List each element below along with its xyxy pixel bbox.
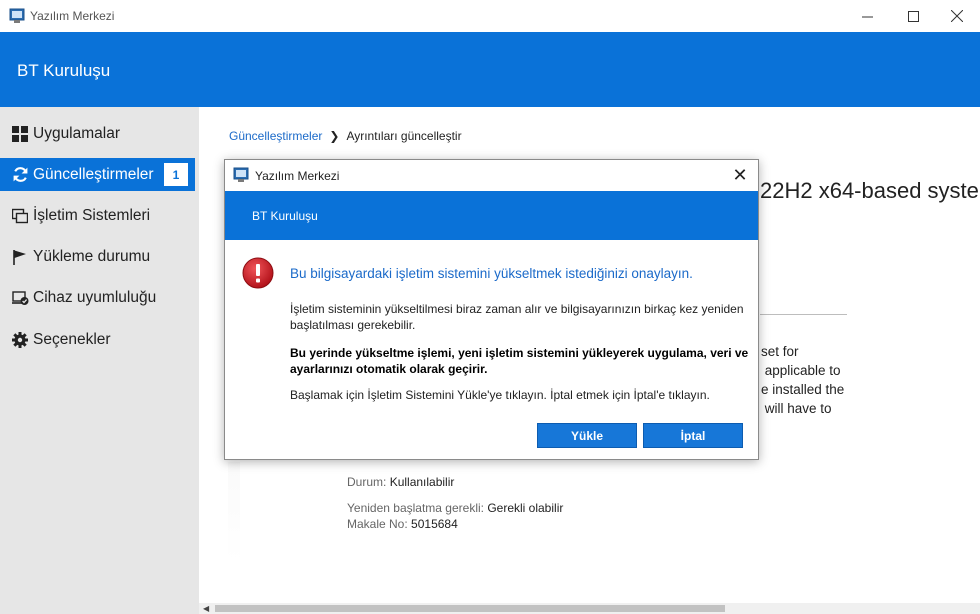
description-line: will have to [761,401,832,416]
status-field: Durum: Kullanılabilir [347,475,454,489]
restart-value: Gerekli olabilir [487,501,564,515]
window-title: Yazılım Merkezi [30,9,115,23]
flag-icon [10,249,30,265]
sidebar-item-label: Cihaz uyumluluğu [33,288,157,306]
dialog-heading: Bu bilgisayardaki işletim sistemini yüks… [290,266,693,281]
status-value: Kullanılabilir [389,475,455,489]
sidebar: Uygulamalar Güncelleştirmeler 1 İşletim … [0,107,199,614]
sidebar-item-install-status[interactable]: Yükleme durumu [0,240,195,273]
dialog-message-warning: Bu yerinde yükseltme işlemi, yeni işleti… [290,346,749,376]
updates-count-badge: 1 [164,163,188,186]
sidebar-item-updates[interactable]: Güncelleştirmeler 1 [0,158,195,191]
minimize-button[interactable] [844,0,890,32]
scrollbar-thumb[interactable] [215,605,725,612]
close-icon [951,10,963,22]
restart-label: Yeniden başlatma gerekli: [347,501,484,515]
dialog-title: Yazılım Merkezi [255,169,340,183]
dialog-banner: BT Kuruluşu [225,191,758,240]
error-icon [242,257,274,289]
article-id-field: Makale No: 5015684 [347,517,458,531]
refresh-icon [10,166,30,183]
organization-name: BT Kuruluşu [17,61,111,80]
sidebar-item-label: Güncelleştirmeler [33,165,154,183]
update-title: 22H2 x64-based system [760,178,980,203]
software-center-icon [233,167,249,182]
dialog-close-button[interactable]: ✕ [730,165,750,185]
header-banner: BT Kuruluşu [0,32,980,107]
sidebar-item-operating-systems[interactable]: İşletim Sistemleri [0,199,195,232]
sidebar-item-device-compliance[interactable]: Cihaz uyumluluğu [0,281,195,314]
description-line: e installed the [761,382,845,397]
divider [760,314,847,315]
horizontal-scrollbar[interactable]: ◀ [199,603,980,614]
breadcrumb-current: Ayrıntıları güncelleştir [346,129,462,143]
windows-stack-icon [10,208,30,224]
description-line: set for [761,344,799,359]
close-window-button[interactable] [934,0,980,32]
article-value: 5015684 [411,517,458,531]
sidebar-item-label: İşletim Sistemleri [33,206,151,224]
maximize-icon [907,10,919,22]
description-line: applicable to [761,363,841,378]
restart-required-field: Yeniden başlatma gerekli: Gerekli olabil… [347,501,563,515]
sidebar-item-applications[interactable]: Uygulamalar [0,117,195,150]
chevron-right-icon: ❯ [329,129,340,143]
update-description: set for applicable to e installed the wil… [761,342,844,418]
breadcrumb: Güncelleştirmeler ❯ Ayrıntıları güncelle… [229,129,462,143]
dialog-organization-name: BT Kuruluşu [252,209,318,223]
sidebar-item-label: Seçenekler [33,330,111,348]
sidebar-item-options[interactable]: Seçenekler [0,323,195,356]
gear-icon [10,331,30,348]
status-label: Durum: [347,475,387,489]
upgrade-confirmation-dialog: Yazılım Merkezi ✕ BT Kuruluşu Bu bilgisa… [224,159,759,460]
minimize-icon [861,16,873,17]
device-check-icon [10,290,30,306]
cancel-button[interactable]: İptal [643,423,743,448]
dialog-title-bar: Yazılım Merkezi ✕ [225,160,758,191]
breadcrumb-updates-link[interactable]: Güncelleştirmeler [229,129,322,143]
title-bar: Yazılım Merkezi [0,0,980,32]
sidebar-item-label: Yükleme durumu [33,247,151,265]
maximize-button[interactable] [890,0,936,32]
apps-grid-icon [10,125,30,142]
dialog-message-1: İşletim sisteminin yükseltilmesi biraz z… [290,302,744,332]
scroll-left-icon[interactable]: ◀ [203,604,209,613]
install-button[interactable]: Yükle [537,423,637,448]
sidebar-item-label: Uygulamalar [33,124,121,142]
update-thumbnail [228,462,240,562]
article-label: Makale No: [347,517,408,531]
software-center-icon [9,8,25,23]
dialog-message-instructions: Başlamak için İşletim Sistemini Yükle'ye… [290,388,710,402]
